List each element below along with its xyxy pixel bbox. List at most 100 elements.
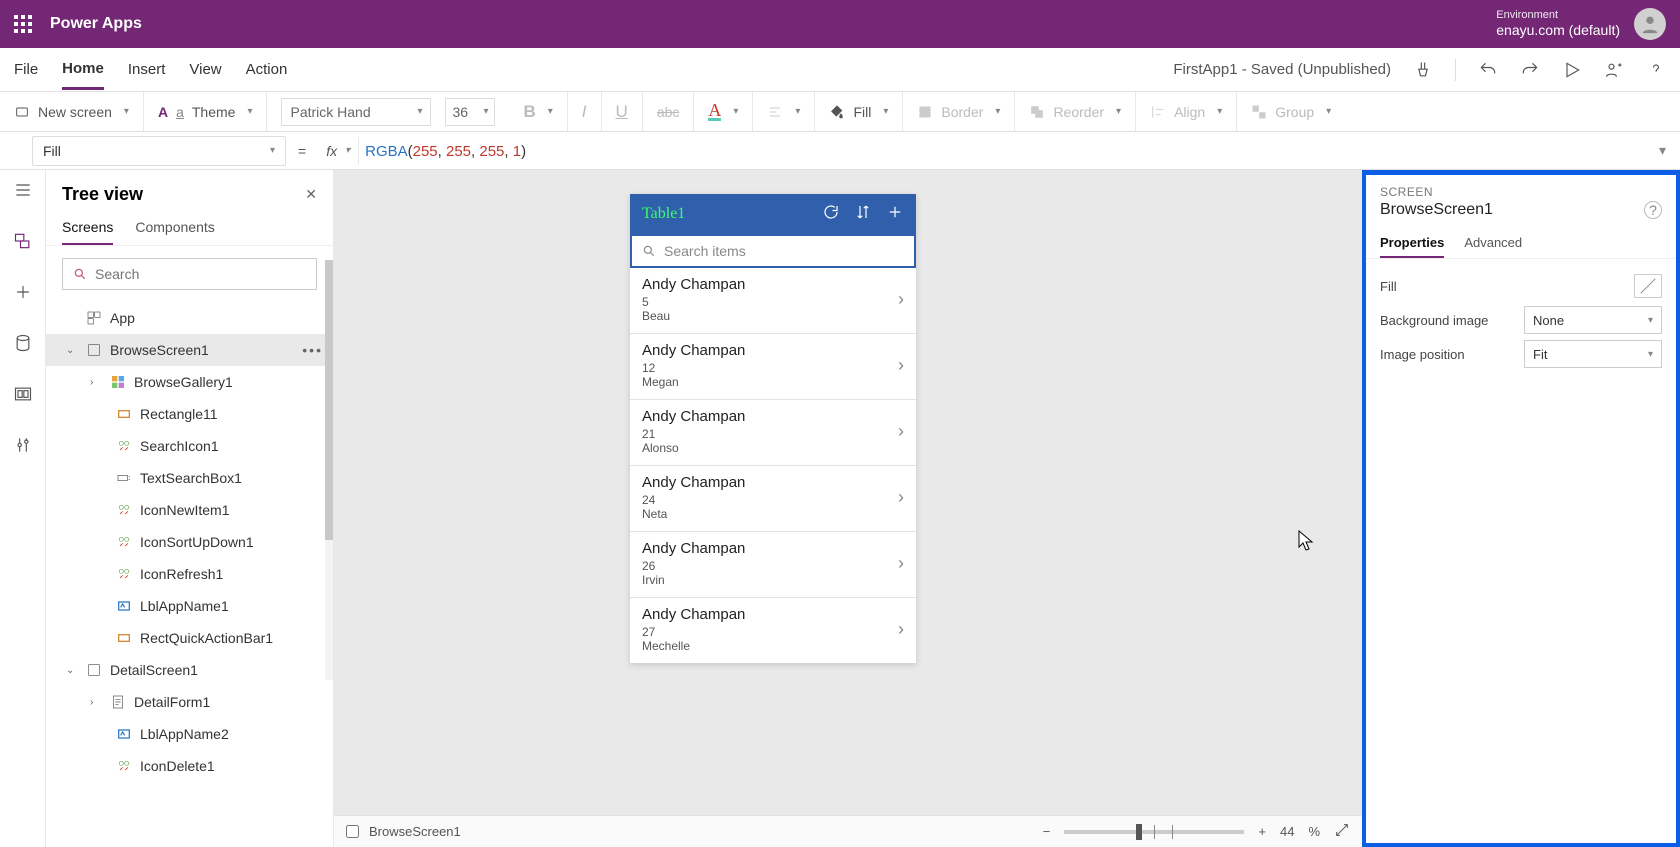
- tree-node-lblappname1[interactable]: LblAppName1: [46, 590, 333, 622]
- rail-tools-icon[interactable]: [13, 435, 33, 460]
- phone-preview[interactable]: Table1 Search items Andy Champan5Beau›An…: [630, 194, 916, 663]
- zoom-slider[interactable]: [1064, 830, 1244, 834]
- sort-icon[interactable]: [854, 203, 872, 226]
- item-title: Andy Champan: [642, 408, 898, 425]
- tree-node-iconrefresh1[interactable]: IconRefresh1: [46, 558, 333, 590]
- property-dropdown[interactable]: Fill▾: [32, 136, 286, 166]
- gallery-item[interactable]: Andy Champan21Alonso›: [630, 400, 916, 466]
- props-tab-properties[interactable]: Properties: [1380, 229, 1444, 258]
- gallery-item[interactable]: Andy Champan24Neta›: [630, 466, 916, 532]
- props-help-icon[interactable]: ?: [1644, 201, 1662, 219]
- tree-node-textsearchbox1[interactable]: TextSearchBox1: [46, 462, 333, 494]
- canvas[interactable]: Table1 Search items Andy Champan5Beau›An…: [334, 170, 1362, 847]
- share-icon[interactable]: [1604, 60, 1624, 80]
- chevron-right-icon[interactable]: ›: [898, 355, 904, 376]
- rail-data-icon[interactable]: [13, 333, 33, 358]
- props-imgpos-select[interactable]: Fit▾: [1524, 340, 1662, 368]
- bold-button[interactable]: B▾: [509, 92, 567, 131]
- reorder-button[interactable]: Reorder▾: [1015, 92, 1136, 131]
- italic-button[interactable]: I: [568, 92, 602, 131]
- formula-input[interactable]: RGBA(255, 255, 255, 1): [365, 142, 526, 160]
- font-size-select[interactable]: 36▾: [445, 98, 495, 126]
- tree-search[interactable]: [62, 258, 317, 290]
- zoom-in-icon[interactable]: +: [1258, 824, 1266, 839]
- menu-home[interactable]: Home: [62, 50, 104, 90]
- gallery-item[interactable]: Andy Champan12Megan›: [630, 334, 916, 400]
- tree-node-rectquickactionbar1[interactable]: RectQuickActionBar1: [46, 622, 333, 654]
- tree-node-browsegallery1[interactable]: ›BrowseGallery1: [46, 366, 333, 398]
- menu-action[interactable]: Action: [246, 51, 288, 88]
- app-search[interactable]: Search items: [630, 234, 916, 268]
- tree-node-detailform1[interactable]: ›DetailForm1: [46, 686, 333, 718]
- tree-node-icondelete1[interactable]: IconDelete1: [46, 750, 333, 782]
- item-sub1: 5: [642, 295, 898, 309]
- tree-node-rectangle11[interactable]: Rectangle11: [46, 398, 333, 430]
- props-bgimage-select[interactable]: None▾: [1524, 306, 1662, 334]
- props-tab-advanced[interactable]: Advanced: [1464, 229, 1522, 258]
- file-status: FirstApp1 - Saved (Unpublished): [1173, 61, 1391, 78]
- menu-insert[interactable]: Insert: [128, 51, 166, 88]
- tree-tab-components[interactable]: Components: [135, 211, 214, 245]
- strike-button[interactable]: abc: [643, 92, 695, 131]
- size-value: 36: [452, 104, 468, 120]
- align-button[interactable]: Align▾: [1136, 92, 1237, 131]
- tree-tab-screens[interactable]: Screens: [62, 211, 113, 245]
- gallery-item[interactable]: Andy Champan26Irvin›: [630, 532, 916, 598]
- play-icon[interactable]: [1562, 60, 1582, 80]
- underline-button[interactable]: U: [602, 92, 643, 131]
- status-screen-checkbox[interactable]: [346, 825, 359, 838]
- menu-view[interactable]: View: [189, 51, 221, 88]
- tree-node-searchicon1[interactable]: SearchIcon1: [46, 430, 333, 462]
- add-icon[interactable]: [886, 203, 904, 226]
- group-button[interactable]: Group▾: [1237, 92, 1345, 131]
- user-avatar[interactable]: [1634, 8, 1666, 40]
- zoom-out-icon[interactable]: −: [1043, 824, 1051, 839]
- props-imgpos-label: Image position: [1380, 347, 1524, 362]
- font-color-button[interactable]: A▾: [694, 92, 753, 131]
- gallery-item[interactable]: Andy Champan5Beau›: [630, 268, 916, 334]
- rail-insert-icon[interactable]: [13, 282, 33, 307]
- environment-block[interactable]: Environment enayu.com (default): [1496, 9, 1620, 39]
- tree-close-icon[interactable]: ✕: [305, 186, 317, 203]
- gallery-item[interactable]: Andy Champan27Mechelle›: [630, 598, 916, 663]
- fill-button[interactable]: Fill▾: [815, 92, 903, 131]
- item-title: Andy Champan: [642, 474, 898, 491]
- tree-node-iconnewitem1[interactable]: IconNewItem1: [46, 494, 333, 526]
- rail-treeview-icon[interactable]: [13, 231, 33, 256]
- tree-node-browsescreen1[interactable]: ⌄BrowseScreen1•••: [46, 334, 333, 366]
- chevron-right-icon[interactable]: ›: [898, 619, 904, 640]
- formula-expand-icon[interactable]: ▾: [1659, 142, 1666, 159]
- new-screen-button[interactable]: New screen▾: [0, 92, 144, 131]
- app-launcher-icon[interactable]: [14, 15, 32, 33]
- chevron-right-icon[interactable]: ›: [898, 421, 904, 442]
- zoom-pct: %: [1308, 824, 1320, 839]
- item-title: Andy Champan: [642, 540, 898, 557]
- tree-node-detailscreen1[interactable]: ⌄DetailScreen1: [46, 654, 333, 686]
- tree-node-iconsortupdown1[interactable]: IconSortUpDown1: [46, 526, 333, 558]
- menu-file[interactable]: File: [14, 51, 38, 88]
- help-icon[interactable]: [1646, 60, 1666, 80]
- chevron-right-icon[interactable]: ›: [898, 487, 904, 508]
- border-button[interactable]: Border▾: [903, 92, 1015, 131]
- property-value: Fill: [43, 143, 61, 159]
- undo-icon[interactable]: [1478, 60, 1498, 80]
- tree-search-input[interactable]: [95, 266, 306, 282]
- chevron-right-icon[interactable]: ›: [898, 553, 904, 574]
- fit-screen-icon[interactable]: [1334, 822, 1350, 841]
- app-checker-icon[interactable]: [1413, 60, 1433, 80]
- chevron-right-icon[interactable]: ›: [898, 289, 904, 310]
- props-fill-swatch[interactable]: [1634, 274, 1662, 298]
- rail-media-icon[interactable]: [13, 384, 33, 409]
- tree-node-lblappname2[interactable]: LblAppName2: [46, 718, 333, 750]
- text-align-button[interactable]: ▾: [753, 92, 815, 131]
- tree-node-app[interactable]: App: [46, 302, 333, 334]
- tree-node-more-icon[interactable]: •••: [302, 342, 323, 358]
- font-select[interactable]: Patrick Hand▾: [281, 98, 431, 126]
- rail-hamburger-icon[interactable]: [13, 180, 33, 205]
- refresh-icon[interactable]: [822, 203, 840, 226]
- zoom-value: 44: [1280, 824, 1294, 839]
- tree-scrollbar[interactable]: [325, 260, 333, 680]
- redo-icon[interactable]: [1520, 60, 1540, 80]
- fx-button[interactable]: fx▾: [318, 137, 359, 165]
- theme-button[interactable]: Aa Theme▾: [144, 92, 268, 131]
